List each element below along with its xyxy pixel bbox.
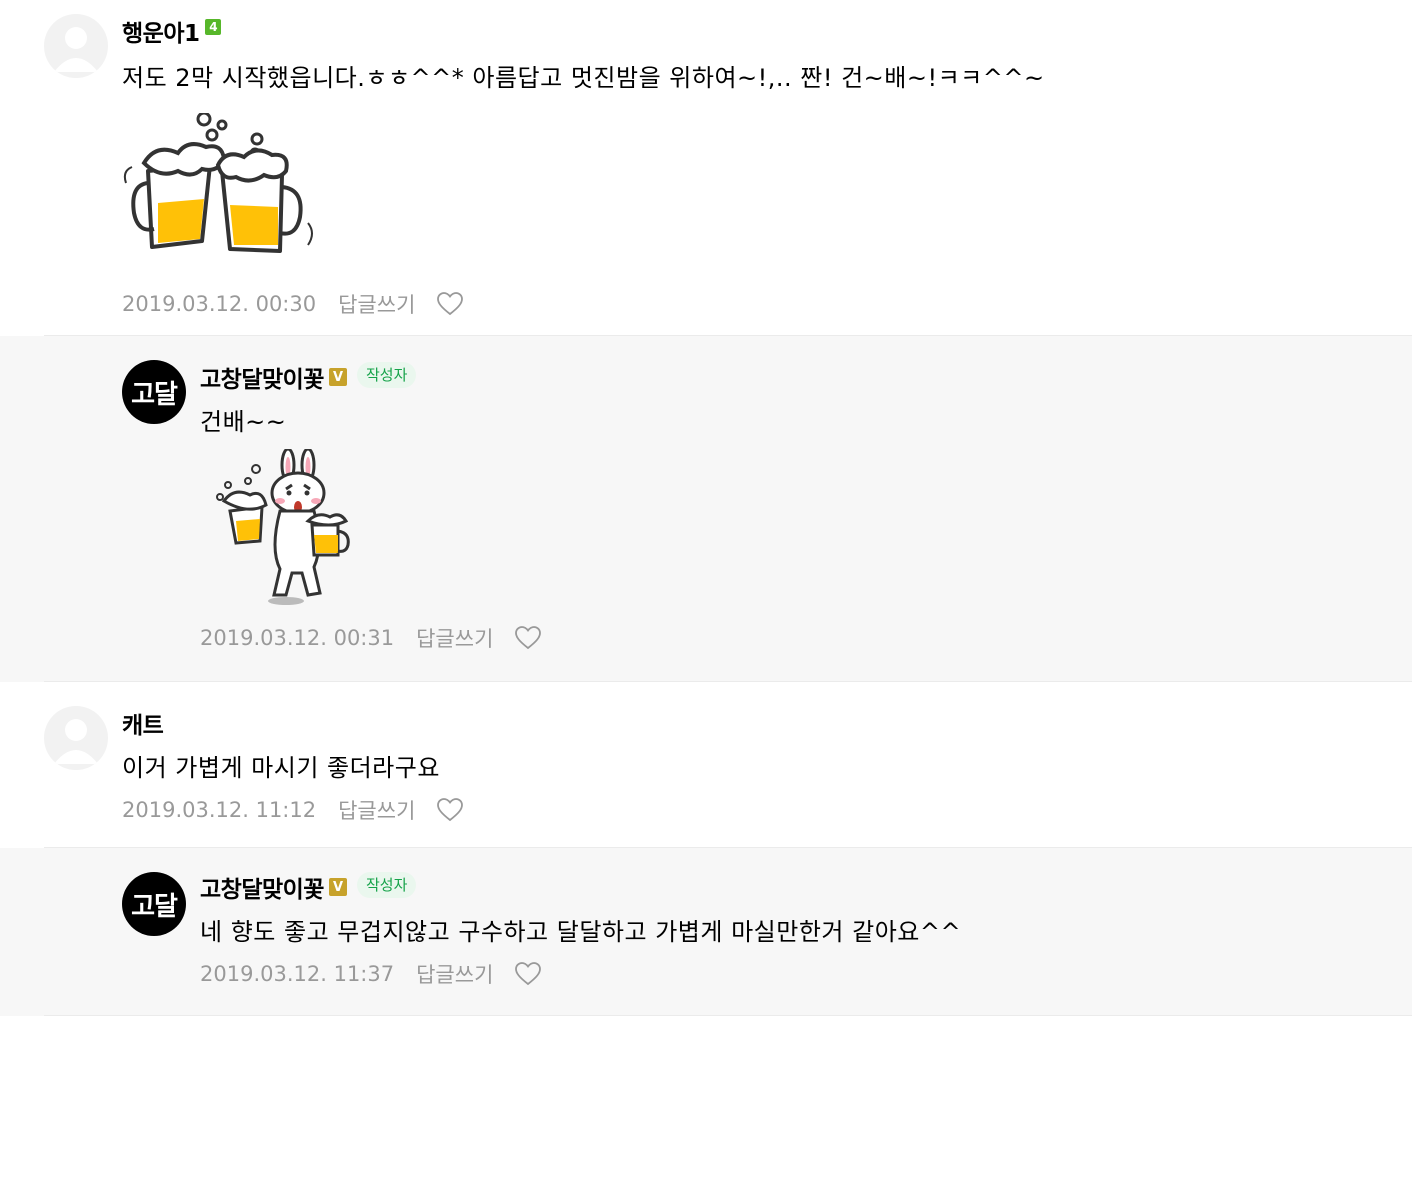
heart-icon[interactable] [437,798,464,822]
reply-comment-item: 고달 고창달맞이꽃 V 작성자 건배~~ 2019.03.12. 00:31 답… [0,336,1412,682]
reply-button[interactable]: 답글쓰기 [338,289,415,319]
comment-nickname[interactable]: 캐트 [122,706,164,740]
verified-badge: V [328,368,347,386]
default-user-icon [54,719,98,764]
reply-button[interactable]: 답글쓰기 [416,623,493,653]
reply-comment-item: 고달 고창달맞이꽃 V 작성자 네 향도 좋고 무겁지않고 구수하고 달달하고 … [0,848,1412,1016]
beer-cheers-sticker [122,111,1045,267]
comment-text: 이거 가볍게 마시기 좋더라구요 [122,754,440,782]
verified-badge: V [328,878,347,896]
comment-nickname[interactable]: 고창달맞이꽃 [200,360,324,394]
avatar[interactable]: 고달 [122,360,186,424]
comment-date: 2019.03.12. 11:12 [122,798,317,822]
comment-nickname[interactable]: 행운아1 [122,14,200,48]
avatar[interactable]: 고달 [122,872,186,936]
heart-icon[interactable] [437,292,464,316]
heart-icon[interactable] [515,626,542,650]
rabbit-beer-sticker [200,447,541,613]
avatar-text: 고달 [131,891,178,922]
comment-text: 저도 2막 시작했읍니다.ㅎㅎ^^* 아름답고 멋진밤을 위하여~!,.. 짠!… [122,64,1045,92]
comment-text: 건배~~ [200,408,287,436]
comment-text: 네 향도 좋고 무겁지않고 구수하고 달달하고 가볍게 마실만한거 같아요^^ [200,918,962,946]
avatar-text: 고달 [131,379,178,410]
level-badge: 4 [205,19,222,35]
reply-button[interactable]: 답글쓰기 [416,959,493,989]
comment-item: 캐트 이거 가볍게 마시기 좋더라구요 2019.03.12. 11:12 답글… [0,682,1412,848]
reply-button[interactable]: 답글쓰기 [338,795,415,825]
author-tag: 작성자 [356,362,417,388]
comment-item: 행운아1 4 저도 2막 시작했읍니다.ㅎㅎ^^* 아름답고 멋진밤을 위하여~… [0,0,1412,336]
default-user-icon [54,27,98,72]
avatar[interactable] [44,14,108,78]
author-tag: 작성자 [356,872,417,898]
heart-icon[interactable] [515,962,542,986]
divider [44,1015,1412,1016]
comment-date: 2019.03.12. 00:31 [200,626,395,650]
avatar[interactable] [44,706,108,770]
comment-nickname[interactable]: 고창달맞이꽃 [200,870,324,904]
comment-date: 2019.03.12. 00:30 [122,292,317,316]
comment-date: 2019.03.12. 11:37 [200,962,395,986]
